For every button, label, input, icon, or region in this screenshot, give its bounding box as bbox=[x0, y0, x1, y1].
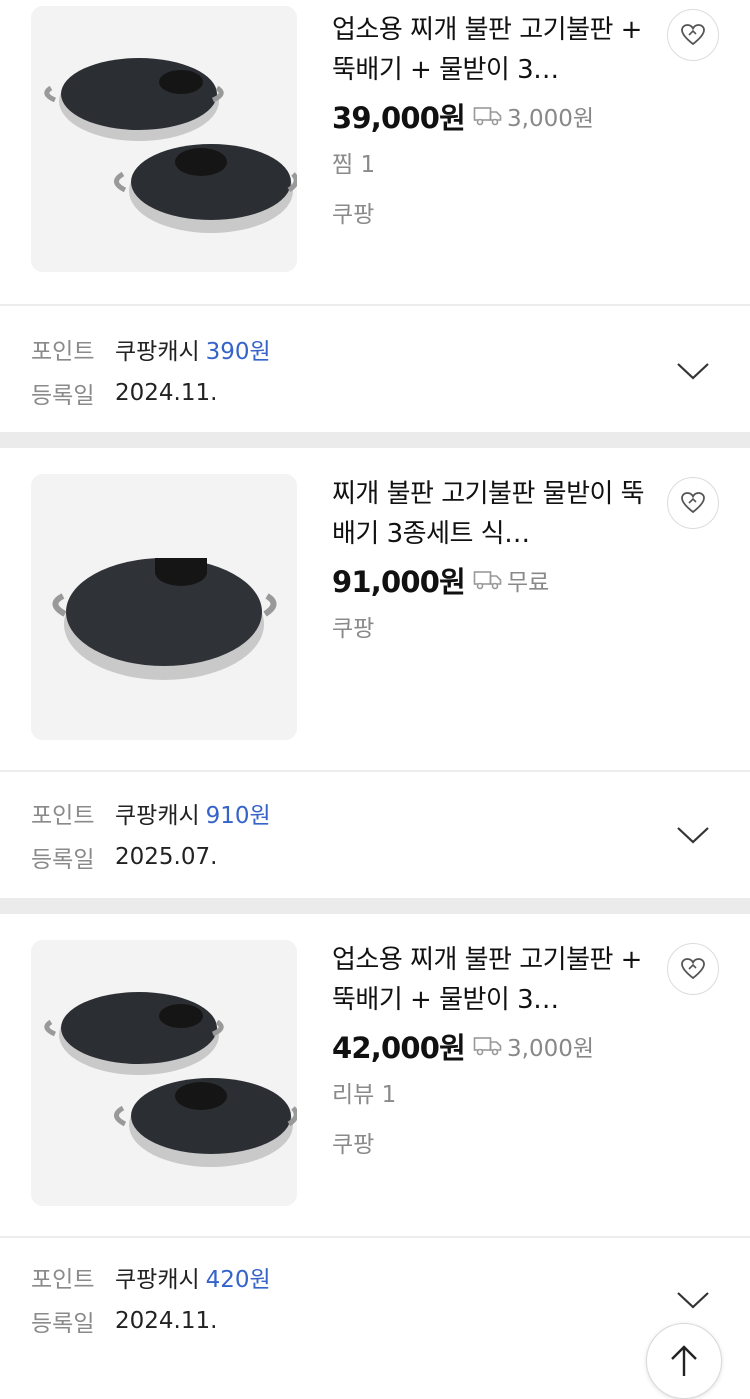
registration-date: 2024.11. bbox=[115, 1308, 218, 1334]
registration-date: 2025.07. bbox=[115, 844, 218, 870]
points-section[interactable]: 포인트 쿠팡캐시 420원 등록일 2024.11. bbox=[0, 1238, 750, 1364]
product-link[interactable]: 업소용 찌개 불판 고기불판 + 뚝배기 + 물받이 3… 42,000원 3,… bbox=[0, 914, 750, 1236]
seller-name: 쿠팡 bbox=[332, 616, 375, 642]
product-link[interactable]: 찌개 불판 고기불판 물받이 뚝배기 3종세트 식… 91,000원 무료 쿠팡 bbox=[0, 448, 750, 770]
heart-icon bbox=[681, 958, 705, 980]
chevron-down-icon[interactable] bbox=[676, 1290, 710, 1310]
points-row: 포인트 쿠팡캐시 420원 bbox=[31, 1260, 271, 1294]
seller-name: 쿠팡 bbox=[332, 202, 375, 228]
seller-name: 쿠팡 bbox=[332, 1132, 375, 1158]
points-row: 포인트 쿠팡캐시 390원 bbox=[31, 332, 271, 366]
product-card: 업소용 찌개 불판 고기불판 + 뚝배기 + 물받이 3… 39,000원 3,… bbox=[0, 0, 750, 432]
product-card: 업소용 찌개 불판 고기불판 + 뚝배기 + 물받이 3… 42,000원 3,… bbox=[0, 914, 750, 1364]
points-label: 포인트 bbox=[31, 1267, 95, 1293]
review-count: 리뷰 1 bbox=[332, 1082, 397, 1108]
product-card: 찌개 불판 고기불판 물받이 뚝배기 3종세트 식… 91,000원 무료 쿠팡 bbox=[0, 448, 750, 898]
points-label: 포인트 bbox=[31, 339, 95, 365]
points-row: 포인트 쿠팡캐시 910원 bbox=[31, 796, 271, 830]
product-image[interactable] bbox=[31, 474, 297, 740]
shipping-fee: 3,000원 bbox=[507, 1036, 595, 1062]
points-label: 포인트 bbox=[31, 803, 95, 829]
shipping-fee: 무료 bbox=[507, 570, 550, 596]
section-separator bbox=[0, 432, 750, 448]
shipping-fee: 3,000원 bbox=[507, 106, 595, 132]
date-label: 등록일 bbox=[31, 383, 95, 409]
heart-icon bbox=[681, 492, 705, 514]
product-image[interactable] bbox=[31, 940, 297, 1206]
product-title[interactable]: 업소용 찌개 불판 고기불판 + 뚝배기 + 물받이 3… bbox=[332, 940, 652, 1020]
registration-date: 2024.11. bbox=[115, 380, 218, 406]
product-image[interactable] bbox=[31, 6, 297, 272]
date-label: 등록일 bbox=[31, 847, 95, 873]
product-title[interactable]: 업소용 찌개 불판 고기불판 + 뚝배기 + 물받이 3… bbox=[332, 10, 652, 90]
points-source: 쿠팡캐시 bbox=[115, 1267, 200, 1293]
shipping-info: 3,000원 bbox=[473, 1029, 594, 1063]
wishlist-button[interactable] bbox=[667, 943, 719, 995]
points-amount: 910원 bbox=[205, 803, 271, 829]
scroll-top-button[interactable] bbox=[646, 1323, 722, 1399]
product-price: 91,000원 bbox=[332, 565, 466, 599]
points-source: 쿠팡캐시 bbox=[115, 339, 200, 365]
truck-icon bbox=[473, 571, 502, 590]
truck-icon bbox=[473, 107, 502, 126]
arrow-up-icon bbox=[671, 1345, 697, 1376]
heart-icon bbox=[681, 24, 705, 46]
wishlist-count: 찜 1 bbox=[332, 152, 376, 178]
date-row: 등록일 2025.07. bbox=[31, 840, 217, 874]
date-label: 등록일 bbox=[31, 1311, 95, 1337]
truck-icon bbox=[473, 1037, 502, 1056]
section-separator bbox=[0, 898, 750, 914]
shipping-info: 3,000원 bbox=[473, 99, 594, 133]
points-amount: 420원 bbox=[205, 1267, 271, 1293]
chevron-down-icon[interactable] bbox=[676, 361, 710, 381]
wishlist-button[interactable] bbox=[667, 477, 719, 529]
date-row: 등록일 2024.11. bbox=[31, 376, 217, 410]
points-source: 쿠팡캐시 bbox=[115, 803, 200, 829]
date-row: 등록일 2024.11. bbox=[31, 1304, 217, 1338]
points-section[interactable]: 포인트 쿠팡캐시 390원 등록일 2024.11. bbox=[0, 306, 750, 432]
product-price: 39,000원 bbox=[332, 101, 466, 135]
wishlist-button[interactable] bbox=[667, 9, 719, 61]
shipping-info: 무료 bbox=[473, 563, 549, 597]
points-amount: 390원 bbox=[205, 339, 271, 365]
product-price: 42,000원 bbox=[332, 1031, 466, 1065]
points-section[interactable]: 포인트 쿠팡캐시 910원 등록일 2025.07. bbox=[0, 772, 750, 898]
chevron-down-icon[interactable] bbox=[676, 825, 710, 845]
product-link[interactable]: 업소용 찌개 불판 고기불판 + 뚝배기 + 물받이 3… 39,000원 3,… bbox=[0, 0, 750, 304]
product-title[interactable]: 찌개 불판 고기불판 물받이 뚝배기 3종세트 식… bbox=[332, 474, 652, 554]
